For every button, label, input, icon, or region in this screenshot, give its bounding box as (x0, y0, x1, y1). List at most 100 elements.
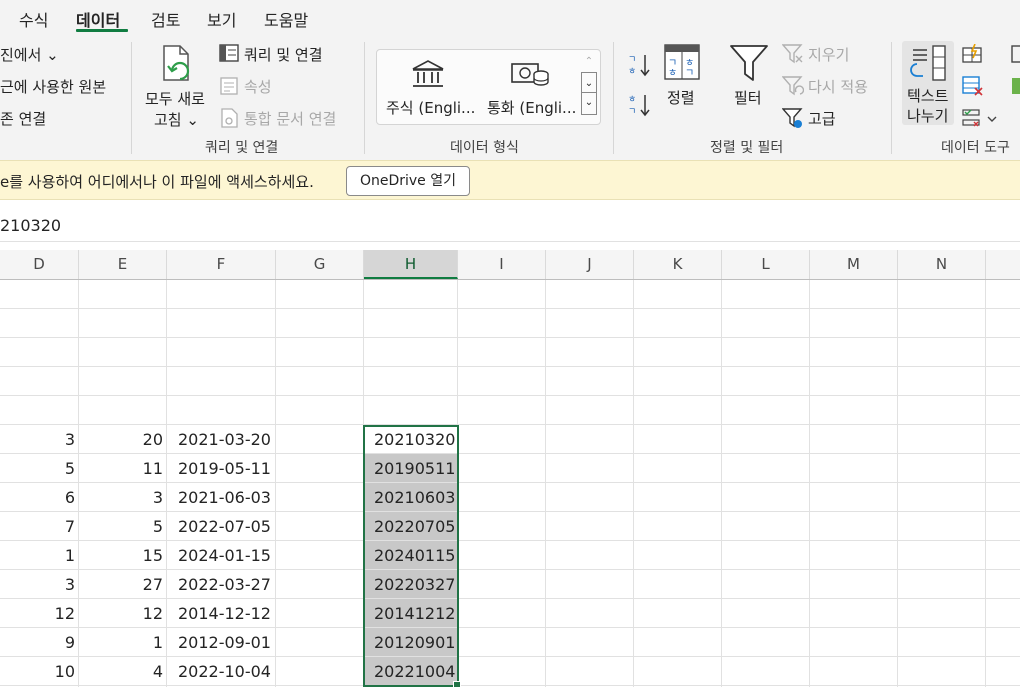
cell-f[interactable]: 2012-09-01 (178, 628, 271, 657)
message-text: e를 사용하여 어디에서나 이 파일에 액세스하세요. (0, 173, 314, 191)
column-header-m[interactable]: M (810, 250, 898, 279)
column-header-j[interactable]: J (546, 250, 634, 279)
filter-icon[interactable] (729, 44, 769, 82)
flash-fill-icon[interactable] (962, 44, 984, 64)
cell-d[interactable]: 5 (0, 454, 75, 483)
from-web-button[interactable]: 진에서 ⌄ (0, 44, 59, 65)
cell-f[interactable]: 2022-03-27 (178, 570, 271, 599)
column-header-g[interactable]: G (276, 250, 364, 279)
data-validation-icon[interactable] (962, 108, 998, 130)
sort-icon[interactable]: ㄱㅎㅎㄱ (664, 44, 700, 80)
sort-button[interactable]: 정렬 (667, 87, 695, 108)
gridline (0, 395, 1020, 396)
group-label-sort-filter: 정렬 및 필터 (710, 140, 784, 156)
onedrive-message-bar: e를 사용하여 어디에서나 이 파일에 액세스하세요. OneDrive 열기 (0, 160, 1020, 200)
properties-button[interactable]: 속성 (244, 76, 272, 97)
cell-f[interactable]: 2019-05-11 (178, 454, 271, 483)
column-header-i[interactable]: I (458, 250, 546, 279)
gridline (545, 280, 546, 687)
column-header-l[interactable]: L (722, 250, 810, 279)
text-to-columns-label-2[interactable]: 나누기 (907, 105, 948, 126)
cell-d[interactable]: 1 (0, 541, 75, 570)
advanced-button[interactable]: 고급 (808, 108, 836, 129)
worksheet-grid[interactable]: 3 20 2021-03-20 20210320 5 11 2019-05-11… (0, 280, 1020, 687)
column-header-e[interactable]: E (79, 250, 167, 279)
column-header-d[interactable]: D (0, 250, 79, 279)
refresh-all-label-2[interactable]: 고침 ⌄ (154, 109, 199, 130)
text-to-columns-icon[interactable] (907, 44, 949, 82)
cell-e[interactable]: 11 (79, 454, 163, 483)
cell-f[interactable]: 2022-10-04 (178, 657, 271, 686)
gallery-up-icon[interactable]: ⌃ (581, 51, 597, 72)
cell-e[interactable]: 1 (79, 628, 163, 657)
gallery-more-icon[interactable]: ⌄ (581, 93, 597, 115)
cell-d[interactable]: 12 (0, 599, 75, 628)
edit-links-button[interactable]: 통합 문서 연결 (244, 108, 336, 129)
currencies-button[interactable]: 통화 (Engli... (487, 97, 576, 118)
recent-sources-button[interactable]: 근에 사용한 원본 (0, 76, 106, 97)
cell-d[interactable]: 3 (0, 425, 75, 454)
what-if-icon[interactable] (1010, 76, 1020, 96)
cell-e[interactable]: 15 (79, 541, 163, 570)
tab-view[interactable]: 보기 (207, 7, 236, 31)
tab-help[interactable]: 도움말 (264, 7, 308, 31)
gridline (897, 280, 898, 687)
svg-text:ㄱ: ㄱ (628, 107, 636, 117)
clear-button[interactable]: 지우기 (808, 44, 849, 65)
cell-e[interactable]: 27 (79, 570, 163, 599)
svg-text:ㄱ: ㄱ (628, 55, 636, 65)
column-header-h[interactable]: H (364, 250, 458, 279)
fill-handle[interactable] (453, 681, 461, 687)
tab-data[interactable]: 데이터 (76, 7, 120, 31)
cell-e[interactable]: 20 (79, 425, 163, 454)
formula-bar-value[interactable]: 210320 (0, 216, 61, 235)
gridline (809, 280, 810, 687)
sort-ascending-icon[interactable]: ㄱㅎ (628, 52, 652, 78)
cell-f[interactable]: 2021-06-03 (178, 483, 271, 512)
cell-e[interactable]: 5 (79, 512, 163, 541)
column-header-f[interactable]: F (167, 250, 276, 279)
cell-d[interactable]: 6 (0, 483, 75, 512)
advanced-filter-icon (782, 108, 804, 130)
selection-border (363, 425, 459, 687)
cell-d[interactable]: 9 (0, 628, 75, 657)
cell-e[interactable]: 3 (79, 483, 163, 512)
text-to-columns-label-1[interactable]: 텍스트 (907, 85, 948, 106)
existing-connections-button[interactable]: 존 연결 (0, 108, 46, 129)
clear-filter-icon (782, 44, 804, 64)
currencies-icon[interactable] (510, 60, 550, 90)
reapply-button[interactable]: 다시 적용 (808, 76, 868, 97)
tab-formulas[interactable]: 수식 (19, 7, 48, 31)
group-separator (131, 42, 132, 154)
cell-d[interactable]: 3 (0, 570, 75, 599)
group-separator (613, 42, 614, 154)
open-onedrive-button[interactable]: OneDrive 열기 (346, 166, 470, 196)
gallery-scroll[interactable]: ⌃ ⌄ ⌄ (581, 51, 597, 121)
stocks-icon[interactable] (410, 58, 446, 90)
column-header-n[interactable]: N (898, 250, 986, 279)
cell-d[interactable]: 10 (0, 657, 75, 686)
cell-d[interactable]: 7 (0, 512, 75, 541)
column-headers: D E F G H I J K L M N (0, 250, 1020, 280)
sort-descending-icon[interactable]: ㅎㄱ (628, 92, 652, 118)
cell-f[interactable]: 2022-07-05 (178, 512, 271, 541)
cell-f[interactable]: 2021-03-20 (178, 425, 271, 454)
cell-e[interactable]: 4 (79, 657, 163, 686)
consolidate-icon[interactable] (1010, 44, 1020, 64)
cell-f[interactable]: 2024-01-15 (178, 541, 271, 570)
filter-button[interactable]: 필터 (734, 87, 762, 108)
cell-f[interactable]: 2014-12-12 (178, 599, 271, 628)
refresh-all-icon[interactable] (160, 44, 196, 84)
formula-bar[interactable]: 210320 (0, 209, 1020, 242)
tab-review[interactable]: 검토 (151, 7, 180, 31)
cell-e[interactable]: 12 (79, 599, 163, 628)
svg-text:ㅎ: ㅎ (628, 95, 636, 105)
remove-duplicates-icon[interactable] (962, 76, 984, 96)
gallery-down-icon[interactable]: ⌄ (581, 72, 597, 93)
group-separator (891, 42, 892, 154)
refresh-all-label-1[interactable]: 모두 새로 (145, 88, 205, 109)
queries-connections-button[interactable]: 쿼리 및 연결 (244, 44, 323, 65)
column-header-k[interactable]: K (634, 250, 722, 279)
stocks-button[interactable]: 주식 (Engli... (386, 97, 475, 118)
gridline (0, 366, 1020, 367)
